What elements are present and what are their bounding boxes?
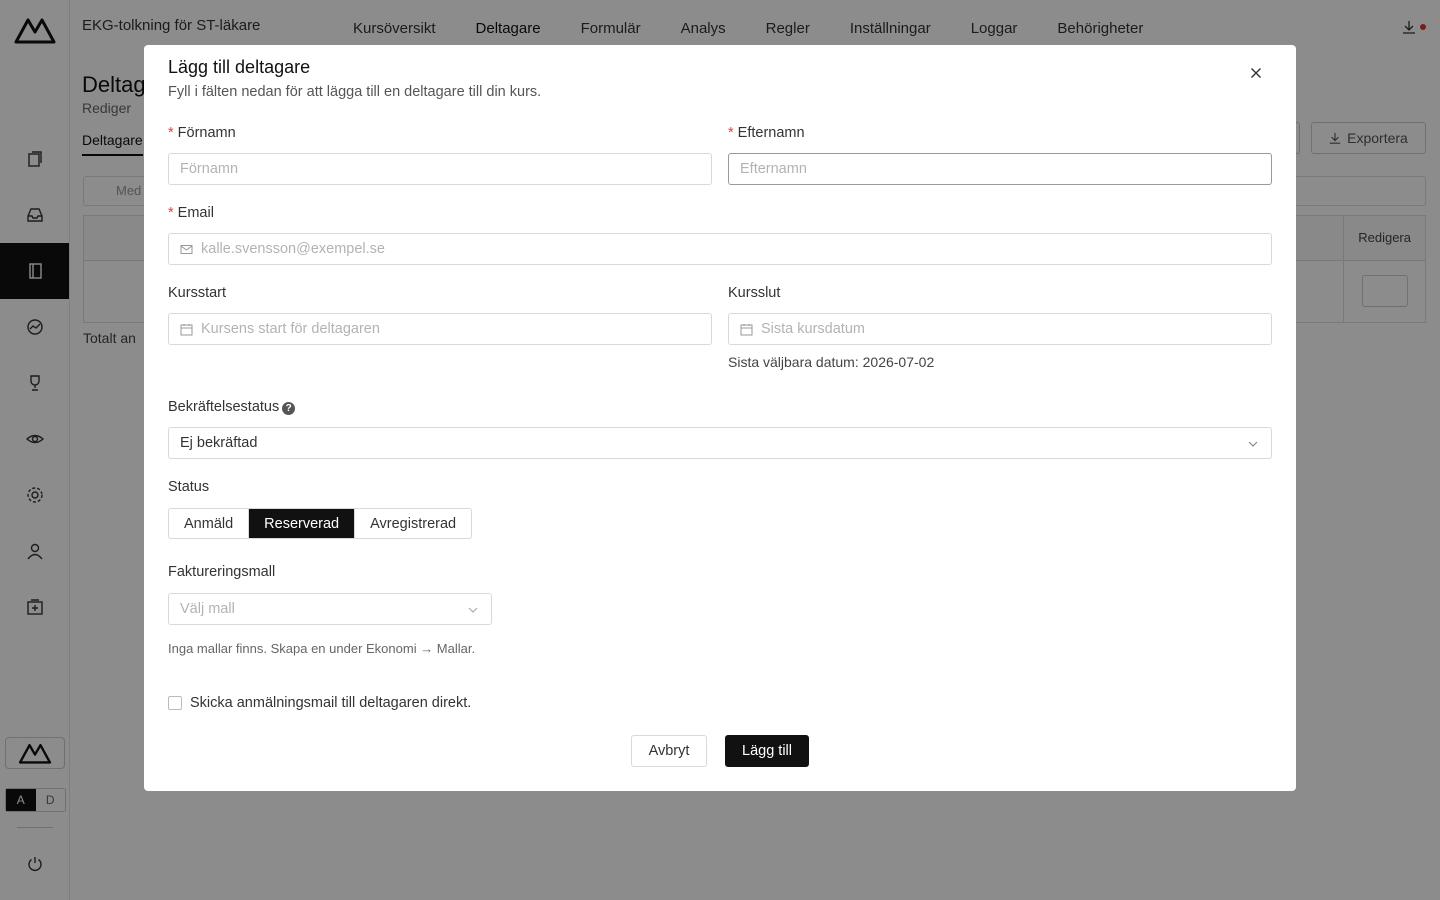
confirmation-status-label: Bekräftelsestatus? [168, 399, 296, 415]
mail-icon [180, 245, 193, 254]
send-mail-option[interactable]: Skicka anmälningsmail till deltagaren di… [168, 695, 471, 711]
first-name-label: * Förnamn [168, 125, 236, 141]
send-mail-label: Skicka anmälningsmail till deltagaren di… [190, 695, 472, 711]
add-participant-button[interactable]: Lägg till [725, 735, 809, 767]
cancel-button[interactable]: Avbryt [631, 735, 707, 767]
billing-template-placeholder: Välj mall [180, 601, 235, 617]
status-option-unregistered[interactable]: Avregistrerad [355, 509, 471, 538]
status-option-reserved[interactable]: Reserverad [249, 509, 356, 538]
status-segmented-control: Anmäld Reserverad Avregistrerad [168, 508, 473, 539]
help-icon[interactable]: ? [282, 402, 296, 415]
send-mail-checkbox[interactable] [168, 696, 182, 710]
add-participant-dialog: Lägg till deltagare Fyll i fälten nedan … [144, 45, 1296, 791]
email-field[interactable]: kalle.svensson@exempel.se [168, 233, 1272, 265]
billing-template-select[interactable]: Välj mall [168, 593, 492, 625]
required-mark: * [168, 125, 174, 141]
dialog-description: Fyll i fälten nedan för att lägga till e… [168, 84, 542, 100]
course-end-label: Kursslut [728, 285, 781, 301]
email-label: * Email [168, 205, 214, 221]
dialog-title: Lägg till deltagare [168, 57, 311, 77]
confirmation-status-select[interactable]: Ej bekräftad [168, 427, 1272, 459]
status-option-registered[interactable]: Anmäld [169, 509, 250, 538]
calendar-icon [180, 324, 193, 336]
confirmation-status-value: Ej bekräftad [180, 435, 258, 451]
course-end-placeholder: Sista kursdatum [761, 321, 865, 337]
course-start-date-picker[interactable]: Kursens start för deltagaren [168, 313, 712, 345]
close-icon[interactable] [1248, 65, 1264, 81]
required-mark: * [728, 125, 734, 141]
required-mark: * [168, 205, 174, 221]
chevron-down-icon [468, 607, 478, 613]
billing-template-hint: Inga mallar finns. Skapa en under Ekonom… [168, 641, 476, 656]
first-name-input[interactable]: Förnamn [168, 153, 712, 185]
course-end-date-picker[interactable]: Sista kursdatum [728, 313, 1272, 345]
course-end-hint: Sista väljbara datum: 2026-07-02 [728, 354, 935, 370]
course-start-label: Kursstart [168, 285, 227, 301]
chevron-down-icon [1248, 441, 1258, 447]
billing-template-label: Faktureringsmall [168, 564, 276, 580]
last-name-label: * Efternamn [728, 125, 805, 141]
last-name-input[interactable]: Efternamn [728, 153, 1272, 185]
course-start-placeholder: Kursens start för deltagaren [201, 321, 380, 337]
calendar-icon [740, 324, 753, 336]
status-label: Status [168, 479, 210, 495]
email-placeholder: kalle.svensson@exempel.se [201, 241, 385, 257]
